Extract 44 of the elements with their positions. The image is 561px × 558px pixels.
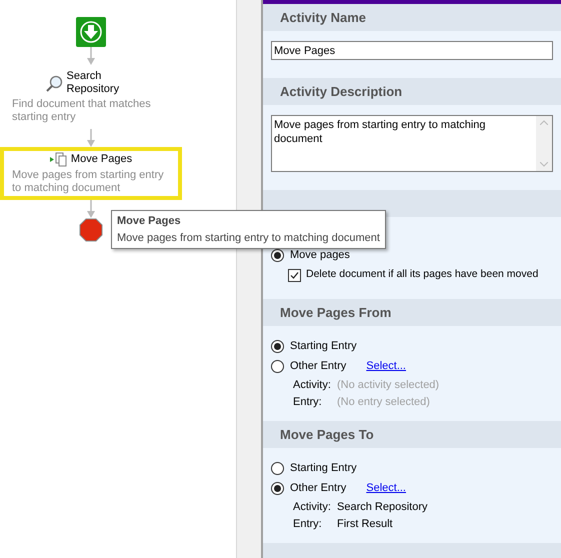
radio-button[interactable] bbox=[271, 360, 284, 373]
section-title: Activity Description bbox=[280, 83, 402, 102]
field-value: Search Repository bbox=[337, 500, 428, 515]
activity-title: Search Repository bbox=[66, 70, 120, 96]
select-link[interactable]: Select... bbox=[366, 480, 406, 497]
checkbox-label: Delete document if all its pages have been moved bbox=[306, 267, 538, 282]
option-label: Starting Entry bbox=[290, 339, 357, 354]
option-label: Other Entry bbox=[290, 481, 346, 496]
tooltip-text: Move pages from starting entry to matching document bbox=[117, 230, 380, 246]
field-label: Activity: bbox=[293, 378, 332, 393]
stop-icon[interactable] bbox=[79, 218, 103, 242]
description-text: Move pages from starting entry to matching document bbox=[273, 118, 487, 148]
option-label: Starting Entry bbox=[290, 461, 357, 476]
radio-button[interactable] bbox=[271, 462, 284, 475]
connector-arrow bbox=[86, 47, 96, 65]
connector-arrow bbox=[86, 129, 96, 147]
activity-description: Find document that matches starting entry bbox=[12, 98, 152, 124]
checkbox[interactable] bbox=[288, 268, 301, 282]
activity-node[interactable]: Search Repository Find document that matches starting entry bbox=[0, 65, 182, 129]
option-label: Other Entry bbox=[290, 359, 346, 374]
activity-description: Move pages from starting entry to matching document bbox=[12, 169, 165, 195]
start-icon[interactable] bbox=[76, 17, 106, 47]
tooltip-title: Move Pages bbox=[117, 214, 182, 229]
radio-button[interactable] bbox=[271, 248, 284, 262]
radio-button[interactable] bbox=[271, 482, 284, 495]
field-value: (No activity selected) bbox=[337, 378, 440, 393]
section-title: Move Pages From bbox=[280, 304, 392, 322]
pages-icon bbox=[50, 152, 67, 167]
option-label: Move pages bbox=[290, 248, 350, 264]
activity-title: Move Pages bbox=[70, 153, 132, 166]
magnifier-icon bbox=[46, 74, 62, 92]
description-field[interactable]: Move pages from starting entry to matching document bbox=[271, 115, 553, 172]
field-value: First Result bbox=[337, 516, 393, 532]
activity-node[interactable]: Move Pages Move pages from starting entry to matching document bbox=[0, 147, 182, 200]
section-title: Move Pages To bbox=[280, 426, 374, 444]
section-title: Activity Name bbox=[280, 9, 366, 28]
field-label: Activity: bbox=[293, 500, 332, 515]
field-label: Entry: bbox=[293, 394, 323, 410]
field-value: (No entry selected) bbox=[337, 394, 430, 410]
name-field[interactable]: Move Pages bbox=[271, 41, 553, 60]
field-label: Entry: bbox=[293, 516, 323, 532]
select-link[interactable]: Select... bbox=[366, 358, 406, 375]
connector-arrow bbox=[86, 200, 96, 218]
radio-button[interactable] bbox=[271, 340, 284, 353]
